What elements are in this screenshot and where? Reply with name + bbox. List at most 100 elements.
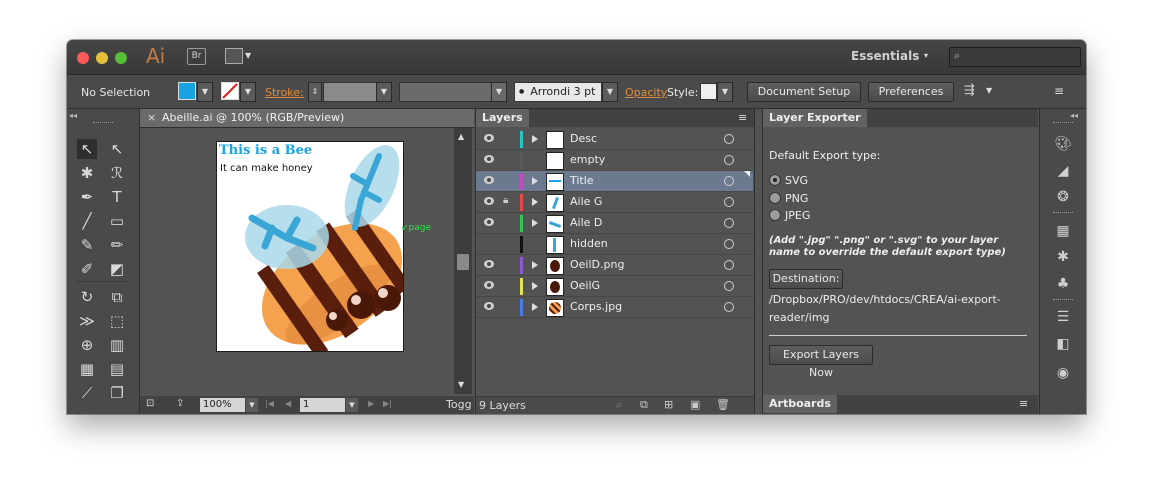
share-icon[interactable]: ⇪ bbox=[176, 398, 184, 409]
export-layers-button[interactable]: Export Layers Now bbox=[769, 345, 873, 379]
fill-dropdown[interactable]: ▼ bbox=[197, 82, 213, 102]
zoom-window-button[interactable] bbox=[115, 52, 127, 64]
screen-mode-icon[interactable]: ⊡ bbox=[146, 398, 154, 409]
target-circle-icon[interactable] bbox=[724, 218, 734, 228]
target-circle-icon[interactable] bbox=[724, 134, 734, 144]
target-circle-icon[interactable] bbox=[724, 302, 734, 312]
opacity-label[interactable]: Opacity bbox=[625, 86, 667, 99]
layer-row-aile-d[interactable]: Aile D bbox=[476, 213, 753, 234]
scale-tool-icon[interactable]: ⧉ bbox=[107, 287, 127, 307]
magic-wand-tool-icon[interactable]: ✱ bbox=[77, 163, 97, 183]
target-circle-icon[interactable] bbox=[724, 176, 734, 186]
style-swatch[interactable] bbox=[700, 83, 717, 100]
scroll-down-icon[interactable]: ▼ bbox=[458, 380, 464, 389]
first-page-icon[interactable]: |◀ bbox=[265, 399, 274, 408]
layer-row-corps[interactable]: Corps.jpg bbox=[476, 297, 753, 318]
new-sublayer-icon[interactable]: ⊞ bbox=[664, 398, 673, 411]
close-tab-icon[interactable]: × bbox=[147, 111, 156, 124]
visibility-eye-icon[interactable] bbox=[484, 134, 494, 142]
visibility-eye-icon[interactable] bbox=[484, 218, 494, 226]
expand-triangle-icon[interactable] bbox=[532, 303, 538, 311]
zoom-input[interactable]: 100% bbox=[200, 398, 245, 412]
expand-triangle-icon[interactable] bbox=[532, 198, 538, 206]
arrange-icon[interactable]: ⇶ bbox=[964, 83, 975, 98]
visibility-eye-icon[interactable] bbox=[484, 155, 494, 163]
delete-layer-icon[interactable]: 🗑︎ bbox=[716, 398, 730, 411]
blend-tool-icon[interactable]: ❐ bbox=[107, 383, 127, 403]
brush-dropdown[interactable]: ▼ bbox=[602, 82, 618, 102]
stroke-panel-icon[interactable]: ☰ bbox=[1052, 307, 1074, 327]
type-tool-icon[interactable]: T bbox=[107, 187, 127, 207]
fill-swatch[interactable] bbox=[178, 82, 196, 100]
pen-tool-icon[interactable]: ✒ bbox=[77, 187, 97, 207]
search-input[interactable]: ⌕ bbox=[949, 47, 1081, 67]
chevron-down-icon[interactable]: ▼ bbox=[245, 51, 251, 60]
page-number-input[interactable]: 1 bbox=[300, 398, 345, 412]
visibility-eye-icon[interactable] bbox=[484, 197, 494, 205]
line-tool-icon[interactable]: ╱ bbox=[77, 211, 97, 231]
layer-row-oeild[interactable]: OeilD.png bbox=[476, 255, 753, 276]
layer-row-desc[interactable]: Desc bbox=[476, 129, 753, 150]
toggle-label[interactable]: Togg bbox=[446, 398, 472, 411]
width-tool-icon[interactable]: ≫ bbox=[77, 311, 97, 331]
document-setup-button[interactable]: Document Setup bbox=[747, 82, 861, 102]
vertical-scrollbar[interactable]: ▲ ▼ bbox=[454, 128, 472, 394]
style-dropdown[interactable]: ▼ bbox=[717, 82, 733, 102]
target-circle-icon[interactable] bbox=[724, 239, 734, 249]
artboards-tab[interactable]: Artboards bbox=[763, 395, 837, 413]
variable-width-field[interactable] bbox=[399, 82, 493, 102]
grip-icon[interactable] bbox=[93, 122, 113, 125]
layer-row-empty[interactable]: empty bbox=[476, 150, 753, 171]
expand-triangle-icon[interactable] bbox=[532, 282, 538, 290]
layer-row-title[interactable]: Title bbox=[476, 171, 753, 192]
eyedropper-tool-icon[interactable]: ⟋ bbox=[77, 383, 97, 403]
gradient-tool-icon[interactable]: ▤ bbox=[107, 359, 127, 379]
grip-icon[interactable] bbox=[1053, 122, 1073, 125]
panel-menu-icon[interactable]: ≡ bbox=[1054, 84, 1064, 98]
stroke-weight-dropdown[interactable]: ▼ bbox=[376, 82, 392, 102]
svg-radio[interactable] bbox=[769, 174, 781, 186]
clipping-mask-icon[interactable]: ⧉ bbox=[640, 398, 648, 412]
collapse-icons-icon[interactable]: ◂◂ bbox=[1070, 111, 1078, 120]
brush-field[interactable]: ● Arrondi 3 pt bbox=[514, 82, 602, 102]
layer-row-aile-g[interactable]: 🔒︎ Aile G bbox=[476, 192, 753, 213]
layers-menu-icon[interactable]: ≡ bbox=[738, 111, 747, 124]
shape-builder-tool-icon[interactable]: ⊕ bbox=[77, 335, 97, 355]
graphic-styles-icon[interactable]: ◉ bbox=[1052, 363, 1074, 383]
previous-page-icon[interactable]: ◀ bbox=[285, 399, 291, 408]
expand-triangle-icon[interactable] bbox=[532, 177, 538, 185]
grip-icon[interactable] bbox=[1053, 299, 1073, 302]
visibility-eye-icon[interactable] bbox=[484, 281, 494, 289]
close-window-button[interactable] bbox=[77, 52, 89, 64]
layer-row-oeilg[interactable]: OeilG bbox=[476, 276, 753, 297]
expand-triangle-icon[interactable] bbox=[532, 135, 538, 143]
stroke-label[interactable]: Stroke: bbox=[265, 86, 304, 99]
visibility-eye-icon[interactable] bbox=[484, 260, 494, 268]
target-circle-icon[interactable] bbox=[724, 155, 734, 165]
expand-triangle-icon[interactable] bbox=[532, 261, 538, 269]
preferences-button[interactable]: Preferences bbox=[868, 82, 954, 102]
variable-width-dropdown[interactable]: ▼ bbox=[491, 82, 507, 102]
rectangle-tool-icon[interactable]: ▭ bbox=[107, 211, 127, 231]
selection-tool-icon[interactable]: ↖ bbox=[77, 139, 97, 159]
last-page-icon[interactable]: ▶| bbox=[383, 399, 392, 408]
stroke-dropdown[interactable]: ▼ bbox=[240, 82, 256, 102]
direct-selection-tool-icon[interactable]: ↖ bbox=[107, 139, 127, 159]
eraser-tool-icon[interactable]: ◩ bbox=[107, 259, 127, 279]
zoom-dropdown-icon[interactable]: ▼ bbox=[246, 398, 258, 412]
page-dropdown-icon[interactable]: ▼ bbox=[346, 398, 358, 412]
png-radio[interactable] bbox=[769, 192, 781, 204]
target-circle-icon[interactable] bbox=[724, 260, 734, 270]
stroke-swatch[interactable] bbox=[221, 82, 239, 100]
swatches-icon[interactable]: ▦ bbox=[1052, 221, 1074, 241]
transparency-icon[interactable]: ◧ bbox=[1052, 334, 1074, 354]
target-circle-icon[interactable] bbox=[724, 281, 734, 291]
brushes-icon[interactable]: ✱ bbox=[1052, 247, 1074, 267]
gradient-panel-icon[interactable]: ◢ bbox=[1052, 161, 1074, 181]
next-page-icon[interactable]: ▶ bbox=[368, 399, 374, 408]
collapse-icon[interactable]: ◂◂ bbox=[69, 111, 77, 120]
lasso-tool-icon[interactable]: ℛ bbox=[107, 163, 127, 183]
pencil-tool-icon[interactable]: ✏ bbox=[107, 235, 127, 255]
workspace-chevron-icon[interactable]: ▾ bbox=[924, 51, 928, 60]
grip-icon[interactable] bbox=[1053, 212, 1073, 215]
